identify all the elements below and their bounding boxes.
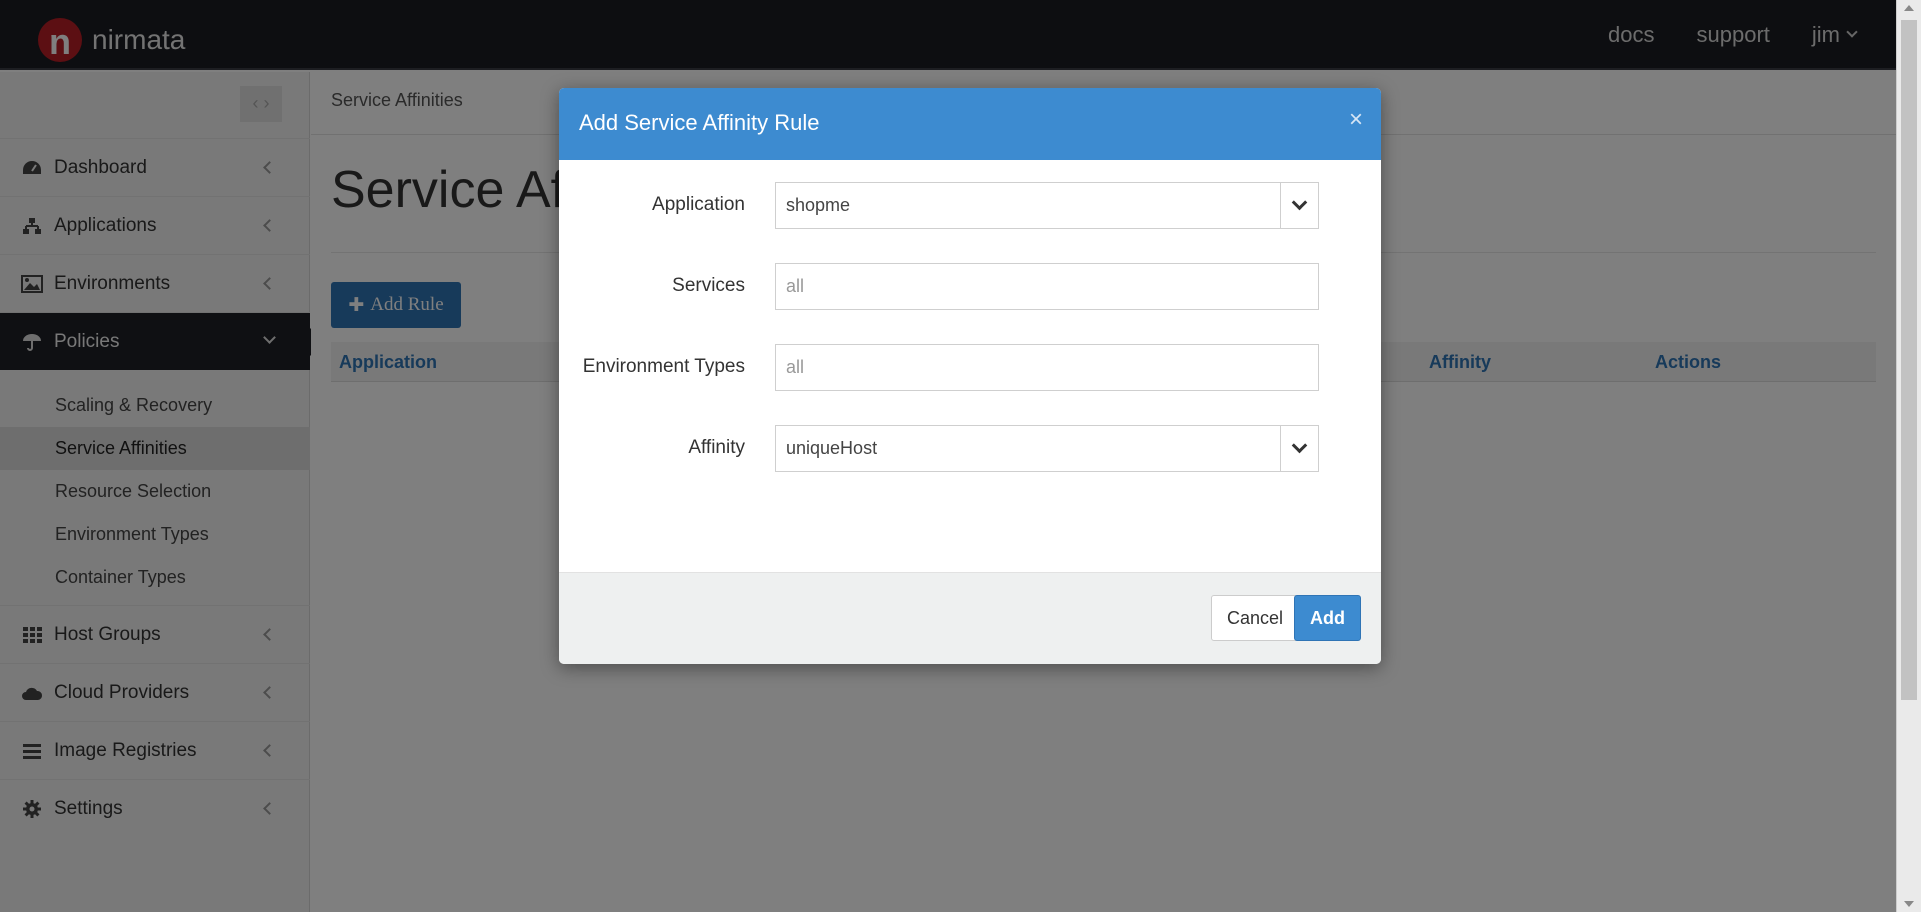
scroll-thumb[interactable] xyxy=(1901,20,1917,700)
chevron-down-icon xyxy=(1291,437,1308,454)
chevron-down-icon xyxy=(1291,194,1308,211)
cancel-button[interactable]: Cancel xyxy=(1211,595,1299,641)
add-button[interactable]: Add xyxy=(1294,595,1361,641)
dialog-body: Application shopme Services all Environm… xyxy=(559,160,1381,572)
services-input[interactable]: all xyxy=(775,263,1319,310)
affinity-label: Affinity xyxy=(688,437,745,458)
page-scrollbar[interactable] xyxy=(1896,0,1921,912)
affinity-row: Affinity uniqueHost xyxy=(559,425,1381,473)
environment-types-input[interactable]: all xyxy=(775,344,1319,391)
application-dropdown-button[interactable] xyxy=(1280,183,1318,228)
dialog-header: Add Service Affinity Rule × xyxy=(559,88,1381,160)
application-select[interactable]: shopme xyxy=(775,182,1319,229)
affinity-select[interactable]: uniqueHost xyxy=(775,425,1319,472)
scroll-down-icon[interactable] xyxy=(1904,901,1914,907)
application-label: Application xyxy=(652,194,745,215)
dialog-footer: Cancel Add xyxy=(559,572,1381,664)
close-icon[interactable]: × xyxy=(1349,106,1363,134)
application-row: Application shopme xyxy=(559,182,1381,230)
environment-types-label: Environment Types xyxy=(582,356,745,377)
services-label: Services xyxy=(672,275,745,296)
affinity-dropdown-button[interactable] xyxy=(1280,426,1318,471)
affinity-value: uniqueHost xyxy=(786,438,878,458)
add-service-affinity-dialog: Add Service Affinity Rule × Application … xyxy=(559,88,1381,664)
application-value: shopme xyxy=(786,195,851,215)
scroll-up-icon[interactable] xyxy=(1904,5,1914,11)
dialog-title: Add Service Affinity Rule xyxy=(579,110,820,135)
environment-types-row: Environment Types all xyxy=(559,344,1381,392)
services-row: Services all xyxy=(559,263,1381,311)
